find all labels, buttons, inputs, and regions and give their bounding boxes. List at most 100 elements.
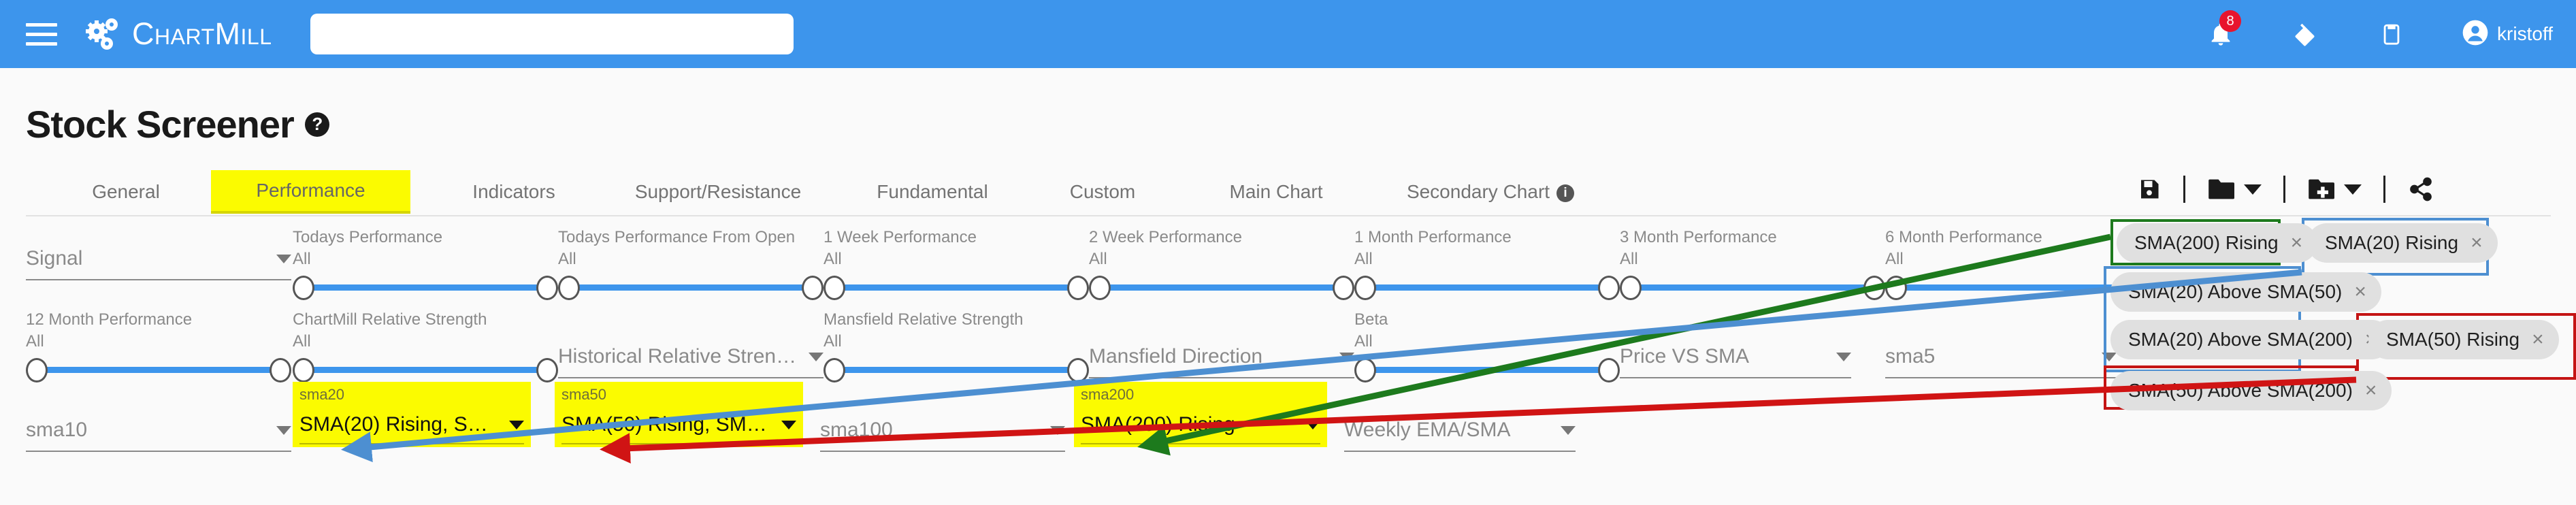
slider-knob-max[interactable] <box>1067 276 1089 300</box>
slider-knob-min[interactable] <box>824 358 845 382</box>
notifications-bell-icon[interactable]: 8 <box>2207 10 2242 49</box>
sma10-dropdown[interactable]: sma10 <box>26 410 291 452</box>
tab-label: General <box>92 181 160 202</box>
question-mark-icon[interactable]: ? <box>304 112 329 137</box>
info-icon[interactable]: i <box>1556 184 1575 202</box>
chip-label: SMA(20) Above SMA(50) <box>2128 281 2343 302</box>
chip-remove-icon[interactable]: × <box>2354 282 2366 302</box>
range-slider[interactable] <box>1089 276 1354 300</box>
filter-value: All <box>26 332 44 351</box>
filter-sma20: sma20 SMA(20) Rising, SMA(2… <box>293 382 531 447</box>
tab-indicators[interactable]: Indicators <box>449 172 578 212</box>
chip-sma20-above-sma200[interactable]: SMA(20) Above SMA(200) × <box>2110 320 2392 359</box>
chip-sma20-above-sma50[interactable]: SMA(20) Above SMA(50) × <box>2110 272 2381 312</box>
price-vs-sma-dropdown[interactable]: Price VS SMA <box>1620 336 1851 378</box>
range-slider[interactable] <box>558 276 824 300</box>
filter-sma5: sma5 <box>1885 336 2117 378</box>
slider-track <box>302 284 549 291</box>
slider-knob-max[interactable] <box>1333 276 1354 300</box>
mansfield-direction-dropdown[interactable]: Mansfield Direction <box>1089 336 1354 378</box>
slider-knob-min[interactable] <box>1089 276 1111 300</box>
clipboard-icon[interactable] <box>2380 19 2403 49</box>
filter-value: All <box>1885 250 1904 268</box>
chevron-down-icon[interactable] <box>2344 184 2362 195</box>
sma20-dropdown[interactable]: SMA(20) Rising, SMA(2… <box>299 406 524 444</box>
weekly-ema-sma-dropdown[interactable]: Weekly EMA/SMA <box>1344 410 1576 452</box>
slider-knob-min[interactable] <box>558 276 580 300</box>
slider-knob-max[interactable] <box>1598 276 1620 300</box>
slider-knob-min[interactable] <box>293 276 314 300</box>
user-menu[interactable]: kristoff <box>2462 19 2553 50</box>
top-navbar: ChartMill 8 kristoff <box>0 0 2576 68</box>
share-button[interactable] <box>2395 172 2447 207</box>
open-folder-button[interactable] <box>2195 172 2274 207</box>
search-input[interactable] <box>310 14 794 54</box>
slider-knob-max[interactable] <box>270 358 291 382</box>
sma200-dropdown[interactable]: SMA(200) Rising <box>1081 406 1320 444</box>
slider-knob-min[interactable] <box>26 358 48 382</box>
slider-knob-min[interactable] <box>1885 276 1907 300</box>
chip-sma200-rising[interactable]: SMA(200) Rising × <box>2117 223 2318 263</box>
tab-bar-divider <box>26 215 2551 216</box>
range-slider[interactable] <box>293 358 558 382</box>
chip-label: SMA(50) Rising <box>2386 329 2520 350</box>
slider-knob-max[interactable] <box>802 276 824 300</box>
sma50-caption: sma50 <box>561 386 607 403</box>
tab-secondary-chart[interactable]: Secondary Chart i <box>1382 172 1599 212</box>
tab-main-chart[interactable]: Main Chart <box>1198 172 1354 212</box>
paint-theme-icon[interactable] <box>2293 20 2321 48</box>
historical-relative-strength-dropdown[interactable]: Historical Relative Stren… <box>558 336 824 378</box>
slider-knob-max[interactable] <box>536 276 558 300</box>
chevron-down-icon[interactable] <box>2244 184 2262 195</box>
chip-remove-icon[interactable]: × <box>2471 233 2483 253</box>
signal-dropdown[interactable]: Signal <box>26 238 291 280</box>
range-slider[interactable] <box>824 276 1089 300</box>
notification-count-badge: 8 <box>2219 10 2242 32</box>
chip-sma50-above-sma200[interactable]: SMA(50) Above SMA(200) × <box>2110 371 2392 410</box>
folder-icon <box>2208 179 2234 199</box>
chip-sma50-rising[interactable]: SMA(50) Rising × <box>2368 320 2559 359</box>
tab-label: Main Chart <box>1229 181 1323 202</box>
hamburger-menu-icon[interactable] <box>26 20 57 48</box>
floppy-disk-icon <box>2141 180 2159 199</box>
chip-remove-icon[interactable]: × <box>2365 380 2377 401</box>
slider-knob-max[interactable] <box>1863 276 1885 300</box>
range-slider[interactable] <box>824 358 1089 382</box>
chip-remove-icon[interactable]: × <box>2291 233 2303 253</box>
filter-label: ChartMill Relative Strength <box>293 310 487 329</box>
range-slider[interactable] <box>1354 276 1620 300</box>
chip-remove-icon[interactable]: × <box>2532 329 2544 350</box>
slider-knob-min[interactable] <box>1620 276 1642 300</box>
slider-knob-min[interactable] <box>1354 358 1376 382</box>
chip-sma20-rising[interactable]: SMA(20) Rising × <box>2307 223 2498 263</box>
tab-fundamental[interactable]: Fundamental <box>851 172 1014 212</box>
sma100-dropdown[interactable]: sma100 <box>820 410 1065 452</box>
new-folder-button[interactable] <box>2295 172 2374 207</box>
tab-support-resistance[interactable]: Support/Resistance <box>606 172 830 212</box>
range-slider[interactable] <box>26 358 291 382</box>
slider-knob-min[interactable] <box>824 276 845 300</box>
sma50-dropdown[interactable]: SMA(50) Rising, SMA(5… <box>561 406 796 444</box>
slider-track <box>1364 367 1610 373</box>
slider-knob-max[interactable] <box>1067 358 1089 382</box>
filter-label: Mansfield Relative Strength <box>824 310 1024 329</box>
signal-value: Signal <box>26 247 83 270</box>
chartmill-logo[interactable]: ChartMill <box>86 15 272 53</box>
signal-filter: Signal <box>26 238 291 280</box>
chip-label: SMA(50) Above SMA(200) <box>2128 380 2353 401</box>
slider-knob-max[interactable] <box>1598 358 1620 382</box>
range-slider[interactable] <box>1354 358 1620 382</box>
slider-knob-max[interactable] <box>536 358 558 382</box>
filter-label: 12 Month Performance <box>26 310 193 329</box>
save-button[interactable] <box>2125 172 2174 207</box>
slider-knob-min[interactable] <box>293 358 314 382</box>
tab-performance[interactable]: Performance <box>211 170 410 214</box>
range-slider[interactable] <box>1620 276 1885 300</box>
tab-custom[interactable]: Custom <box>1041 172 1164 212</box>
slider-knob-min[interactable] <box>1354 276 1376 300</box>
sma10-value: sma10 <box>26 419 88 441</box>
tab-general[interactable]: General <box>68 172 184 212</box>
chevron-down-icon <box>276 254 291 263</box>
range-slider[interactable] <box>293 276 558 300</box>
sma5-dropdown[interactable]: sma5 <box>1885 336 2117 378</box>
